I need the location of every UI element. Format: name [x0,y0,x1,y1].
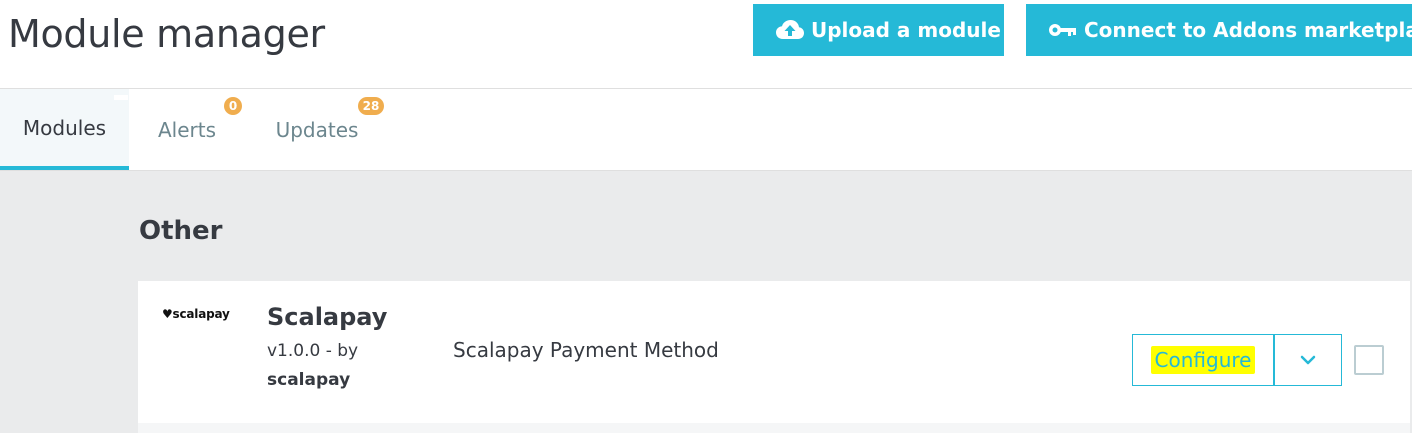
cloud-upload-icon [775,19,805,41]
upload-module-button[interactable]: Upload a module [753,4,1004,56]
tab-modules-label: Modules [22,115,107,140]
module-card: ♥scalapay Scalapay v1.0.0 - by scalapay … [138,281,1410,423]
module-version: v1.0.0 - by [267,341,359,361]
chevron-down-icon [1299,351,1317,370]
tab-modules[interactable]: Modules [0,89,129,170]
module-select-checkbox[interactable] [1354,345,1384,375]
tab-bar: Modules Alerts 0 Updates 28 [0,89,1412,170]
connect-addons-button[interactable]: Connect to Addons marketplace [1026,4,1412,56]
header: Module manager Upload a module Connect t… [0,0,1412,88]
page-title: Module manager [8,12,325,56]
module-name: Scalapay [267,303,388,331]
tab-updates-label: Updates [275,117,359,142]
section-title: Other [139,216,223,246]
alerts-count-badge: 0 [224,97,242,115]
tab-updates[interactable]: Updates 28 [258,89,384,170]
updates-count-badge: 28 [358,97,384,115]
tab-alerts[interactable]: Alerts 0 [130,89,244,170]
configure-button[interactable]: Configure [1132,334,1274,386]
upload-module-label: Upload a module [811,18,1001,42]
connect-addons-label: Connect to Addons marketplace [1084,18,1412,42]
configure-label: Configure [1150,346,1256,374]
tab-notch [114,95,128,100]
module-actions-dropdown-button[interactable] [1274,334,1342,386]
next-card-edge [138,423,1410,433]
module-description: Scalapay Payment Method [453,338,719,362]
module-list-area: Other ♥scalapay Scalapay v1.0.0 - by sca… [0,171,1412,433]
tab-alerts-label: Alerts [157,117,217,142]
key-icon [1048,21,1078,39]
module-author: scalapay [267,370,351,390]
module-logo: ♥scalapay [162,307,230,321]
